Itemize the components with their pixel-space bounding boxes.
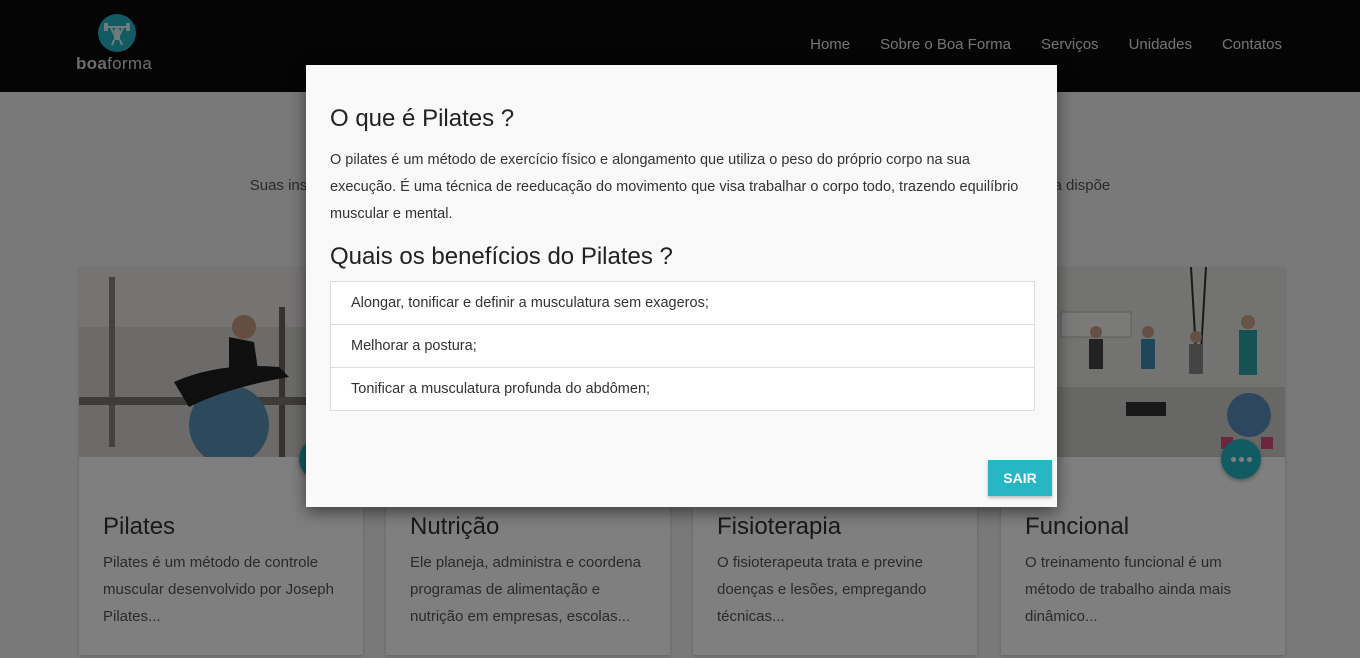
pilates-modal: O que é Pilates ? O pilates é um método …: [306, 65, 1057, 507]
modal-paragraph: O pilates é um método de exercício físic…: [330, 152, 1019, 222]
list-item: Alongar, tonificar e definir a musculatu…: [351, 295, 709, 311]
benefits-title: Quais os benefícios do Pilates ?: [330, 243, 673, 270]
close-button[interactable]: SAIR: [988, 460, 1052, 496]
list-item: Melhorar a postura;: [331, 324, 1034, 367]
modal-title: O que é Pilates ?: [330, 105, 515, 132]
benefits-list: Alongar, tonificar e definir a musculatu…: [330, 281, 1035, 411]
list-item: Tonificar a musculatura profunda do abdô…: [331, 367, 1034, 410]
